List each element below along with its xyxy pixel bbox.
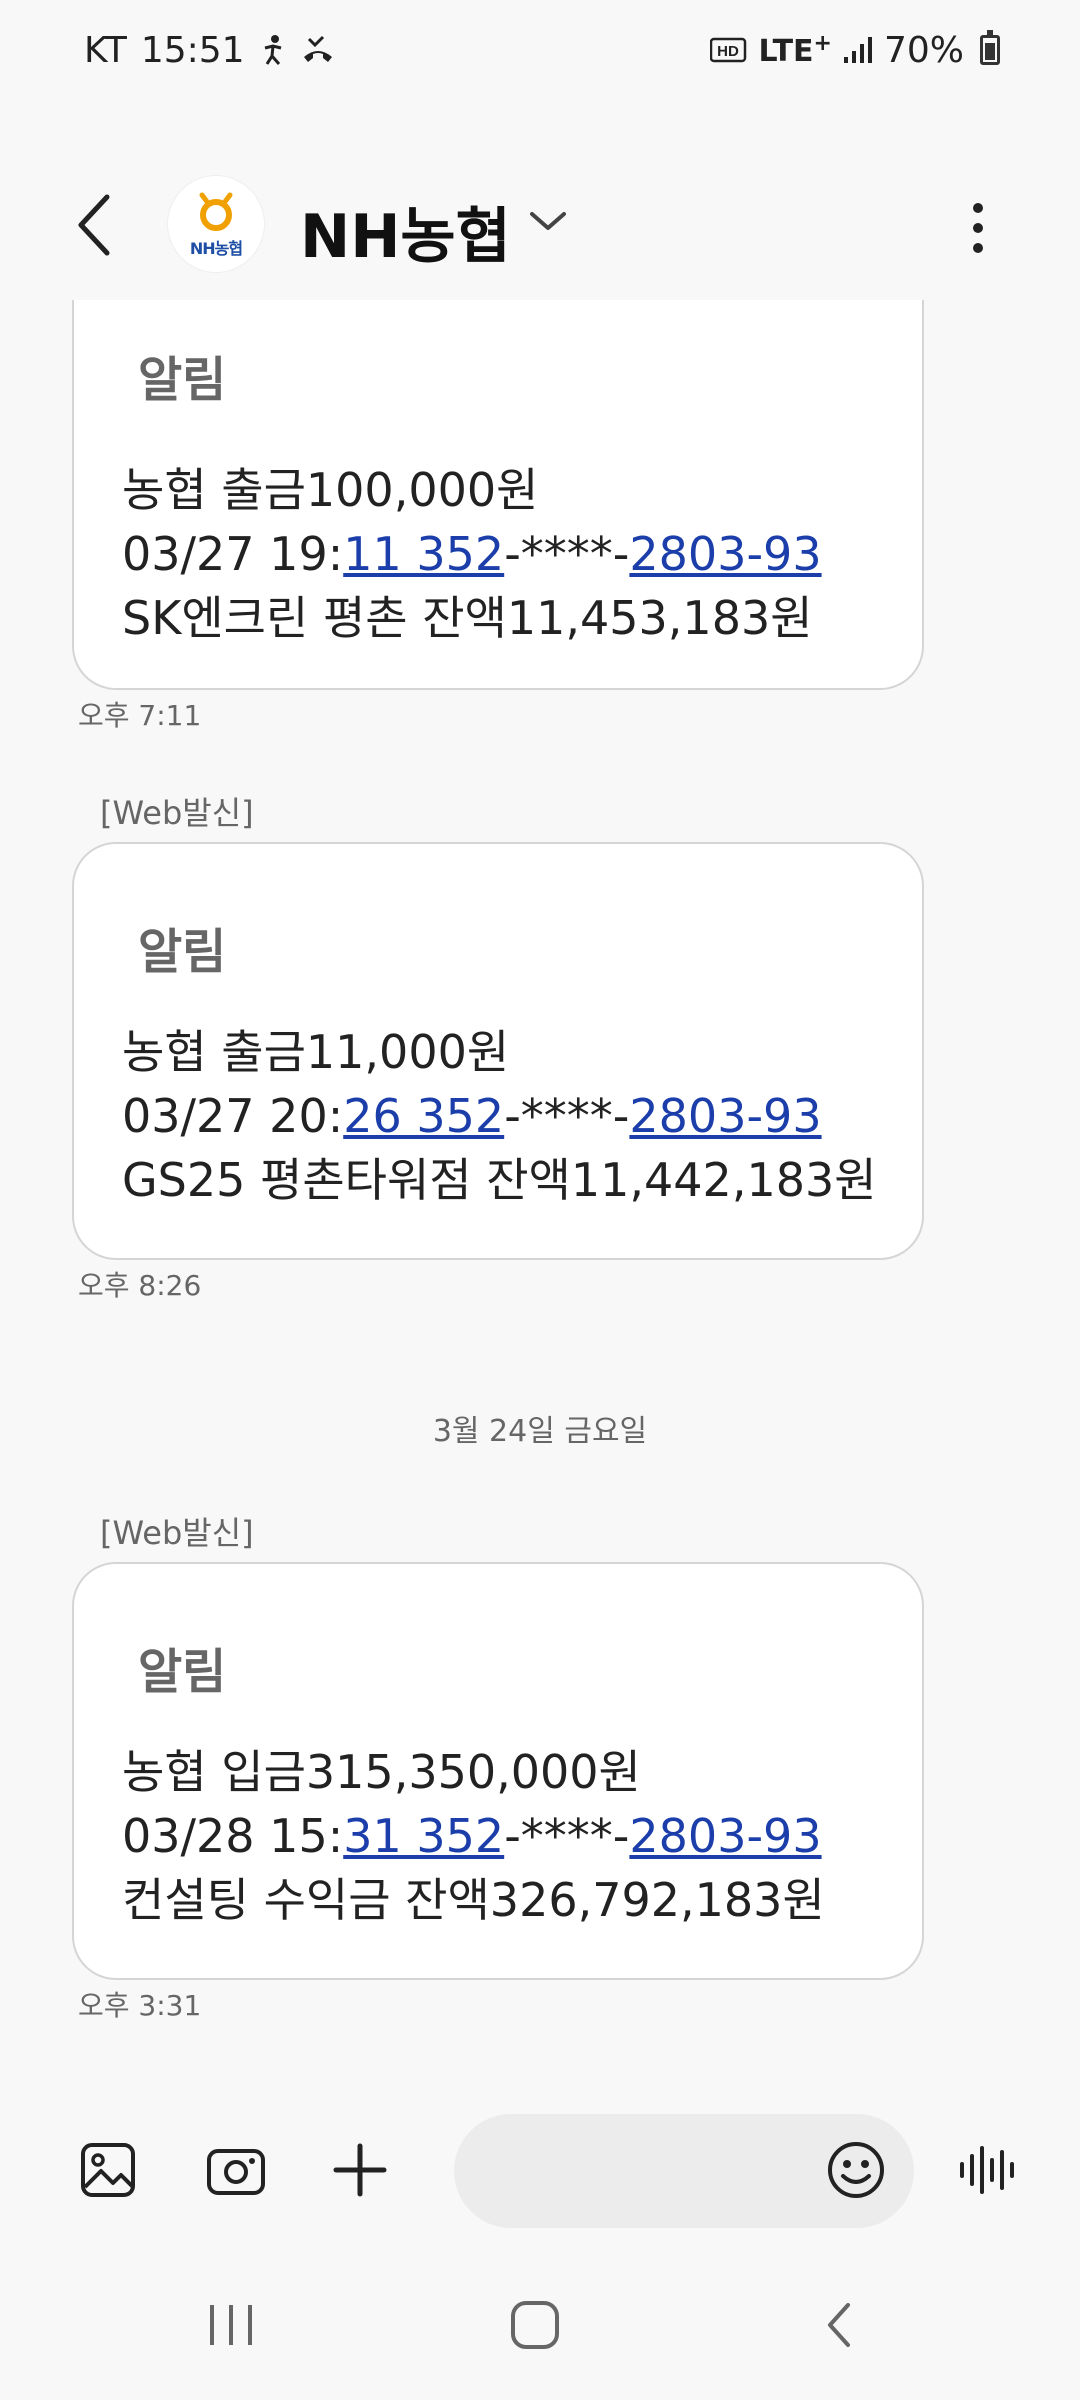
message-bubble[interactable]: 알림 농협 출금100,000원 03/27 19:11 352-****-28… xyxy=(72,300,924,690)
more-vert-icon xyxy=(973,203,983,253)
emoji-icon xyxy=(828,2142,884,2198)
message-line-amount: 농협 입금315,350,000원 xyxy=(122,1745,641,1799)
nh-logo-icon xyxy=(199,192,233,231)
message-datetime: 03/27 20: xyxy=(122,1089,344,1143)
accessibility-icon xyxy=(259,34,287,66)
date-separator: 3월 24일 금요일 xyxy=(432,1414,648,1449)
home-icon xyxy=(511,2301,559,2349)
message-time: 오후 8:26 xyxy=(78,1269,202,1302)
phone-link[interactable]: 31 352 xyxy=(343,1809,504,1863)
message-time: 오후 7:11 xyxy=(78,699,202,732)
compose-bar xyxy=(0,2110,1080,2230)
phone-link[interactable]: 26 352 xyxy=(343,1089,504,1143)
network-plus: + xyxy=(813,31,832,56)
missed-call-icon xyxy=(301,35,335,65)
message-bubble[interactable]: 알림 농협 입금315,350,000원 03/28 15:31 352-***… xyxy=(72,1562,924,1980)
back-arrow-icon xyxy=(78,194,110,256)
camera-button[interactable] xyxy=(198,2132,274,2208)
voice-icon xyxy=(960,2146,1014,2194)
message-title: 알림 xyxy=(138,1644,227,1700)
plus-icon xyxy=(333,2143,387,2197)
camera-icon xyxy=(207,2149,265,2195)
more-options-button[interactable] xyxy=(950,188,1006,268)
system-nav-bar xyxy=(0,2270,1080,2380)
message-line-amount: 농협 출금100,000원 xyxy=(122,463,539,517)
message-line-amount: 농협 출금11,000원 xyxy=(122,1025,510,1079)
svg-text:HD: HD xyxy=(718,43,740,60)
battery-level: 70% xyxy=(883,29,964,71)
voice-button[interactable] xyxy=(950,2132,1026,2208)
message-bubble[interactable]: 알림 농협 출금11,000원 03/27 20:26 352-****-280… xyxy=(72,842,924,1260)
sender-label: [Web발신] xyxy=(100,1514,254,1552)
carrier-label: KT xyxy=(84,29,127,71)
sender-label: [Web발신] xyxy=(100,794,254,832)
message-line-balance: 컨설팅 수익금 잔액326,792,183원 xyxy=(122,1873,825,1927)
status-right: HD LTE+ 70% xyxy=(710,30,1000,71)
recents-icon xyxy=(210,2305,252,2345)
chevron-down-icon[interactable] xyxy=(528,206,568,240)
phone-link[interactable]: 11 352 xyxy=(343,527,504,581)
back-button[interactable] xyxy=(60,190,130,260)
phone-link[interactable]: 2803-93 xyxy=(629,527,821,581)
status-left: KT 15:51 xyxy=(84,30,335,71)
network-label: LTE xyxy=(758,34,814,69)
conversation-header: NH농협 NH농협 xyxy=(0,160,1080,290)
message-time: 오후 3:31 xyxy=(78,1989,202,2022)
signal-icon xyxy=(842,35,874,65)
masked-account: -****- xyxy=(504,527,630,581)
message-line-account: 03/28 15:31 352-****-2803-93 xyxy=(122,1804,874,1868)
attach-button[interactable] xyxy=(322,2132,398,2208)
masked-account: -****- xyxy=(504,1089,630,1143)
message-line-balance: GS25 평촌타워점 잔액11,442,183원 xyxy=(122,1153,877,1207)
recents-button[interactable] xyxy=(186,2290,276,2360)
gallery-button[interactable] xyxy=(70,2132,146,2208)
network-type: LTE+ xyxy=(758,31,832,69)
status-bar: KT 15:51 HD LTE+ 70% xyxy=(0,0,1080,100)
message-datetime: 03/28 15: xyxy=(122,1809,344,1863)
avatar-text: NH농협 xyxy=(189,239,243,258)
gallery-icon xyxy=(81,2143,135,2197)
home-button[interactable] xyxy=(490,2290,580,2360)
emoji-button[interactable] xyxy=(818,2132,894,2208)
battery-icon xyxy=(980,30,1000,65)
nav-back-icon xyxy=(828,2303,850,2347)
contact-name[interactable]: NH농협 xyxy=(300,188,511,275)
hd-icon: HD xyxy=(710,37,748,63)
message-line-account: 03/27 19:11 352-****-2803-93 xyxy=(122,522,874,586)
message-title: 알림 xyxy=(138,924,227,980)
message-title: 알림 xyxy=(138,352,227,408)
masked-account: -****- xyxy=(504,1809,630,1863)
clock: 15:51 xyxy=(140,29,245,71)
message-line-balance: SK엔크린 평촌 잔액11,453,183원 xyxy=(122,591,813,645)
nav-back-button[interactable] xyxy=(794,2290,884,2360)
phone-link[interactable]: 2803-93 xyxy=(629,1809,821,1863)
message-datetime: 03/27 19: xyxy=(122,527,344,581)
contact-avatar[interactable]: NH농협 xyxy=(168,176,264,272)
phone-link[interactable]: 2803-93 xyxy=(629,1089,821,1143)
message-line-account: 03/27 20:26 352-****-2803-93 xyxy=(122,1084,874,1148)
